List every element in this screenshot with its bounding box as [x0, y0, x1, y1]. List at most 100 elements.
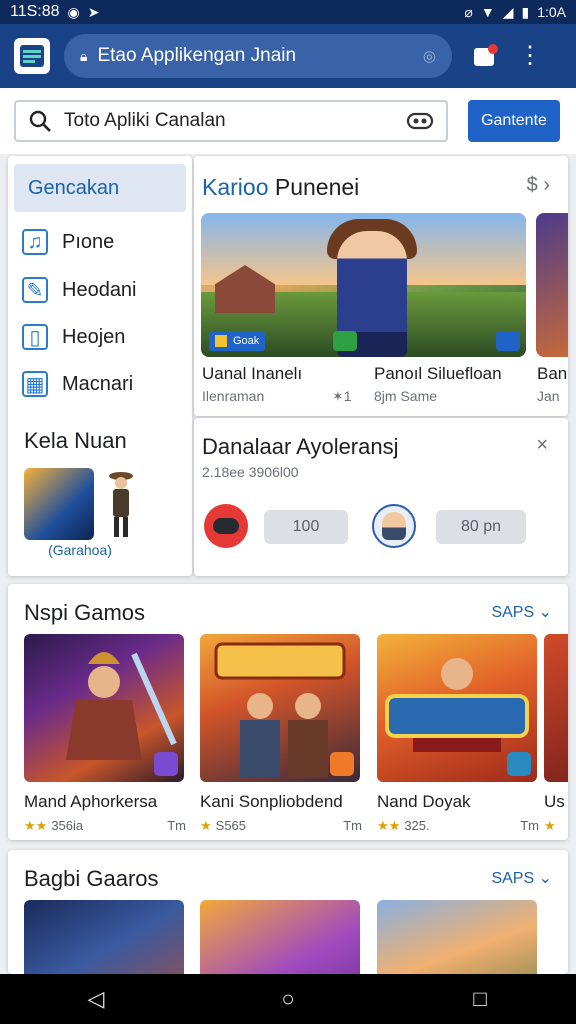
wifi-icon: ▼	[480, 4, 495, 20]
status-time: 11S:88	[10, 3, 60, 20]
sidebar-item-label: Heodani	[62, 278, 137, 301]
game-score: 356ia	[51, 818, 84, 833]
avatar[interactable]	[372, 504, 416, 548]
badge-label: Goak	[233, 335, 260, 347]
controller-badge-icon	[333, 331, 357, 351]
star-rating: ★★	[24, 818, 48, 833]
download-progress-button[interactable]: 100	[264, 510, 348, 544]
lock-icon: 🔒︎	[80, 47, 88, 64]
music-icon: ♫	[22, 229, 48, 255]
url-bar[interactable]: 🔒︎ Etao Applikengan Jnain ◎	[64, 34, 452, 78]
game-subtitle: Jan	[537, 388, 560, 404]
game-subtitle: Ilenraman	[202, 388, 265, 404]
game-title: Kani Sonpliobdend	[200, 792, 343, 811]
battery-icon: ▮	[521, 3, 530, 20]
see-all-link[interactable]: SAPS ⌄	[491, 602, 552, 622]
app-logo[interactable]	[14, 38, 50, 74]
game-card[interactable]	[200, 900, 362, 974]
game-title[interactable]: Panoıl Siluefloan	[374, 364, 502, 384]
recommended-title-rest: Punenei	[274, 174, 360, 200]
game-subtitle: 8jm Same	[374, 388, 438, 404]
game-size: Tm	[343, 818, 362, 833]
game-badge-icon	[154, 752, 178, 776]
game-score: S565	[215, 818, 247, 833]
sidebar-item-book[interactable]: ▯ Heojen	[22, 317, 187, 357]
home-icon[interactable]: ○	[258, 986, 318, 1012]
recommended-title: Karioo Punenei	[202, 174, 359, 201]
search-value: Toto Apliki Canalan	[64, 110, 226, 131]
game-badge-icon	[507, 752, 531, 776]
book-icon: ▯	[22, 324, 48, 350]
system-nav-bar: ◁ ○ □	[0, 974, 576, 1024]
url-text: Etao Applikengan Jnain	[97, 45, 297, 66]
gamepad-icon[interactable]	[204, 504, 248, 548]
status-clock: 1:0A	[537, 4, 566, 20]
star-rating: ★	[544, 818, 556, 833]
game-badge-icon	[330, 752, 354, 776]
see-all-link[interactable]: SAPS ⌄	[491, 868, 552, 888]
game-art-image	[24, 634, 184, 782]
game-title[interactable]: Ban	[537, 364, 567, 384]
recents-icon[interactable]: □	[450, 986, 510, 1012]
search-button[interactable]: Gantente	[468, 100, 560, 142]
game-title: Us	[544, 792, 565, 811]
game-meta: ★	[544, 818, 568, 834]
game-art-image	[24, 900, 184, 974]
recommended-nav[interactable]: $ ›	[527, 174, 550, 197]
game-size: Tm	[167, 818, 186, 833]
camera-icon[interactable]: ◎	[423, 47, 436, 65]
search-icon	[29, 110, 51, 132]
game-art-image	[200, 634, 360, 782]
game-art-image	[200, 900, 360, 974]
sidebar-item-pencil[interactable]: ✎ Heodani	[22, 270, 187, 310]
notification-dot	[488, 44, 498, 54]
game-card[interactable]: Mand Aphorkersa ★★ 356ia Tm	[24, 634, 186, 834]
app-bar: 🔒︎ Etao Applikengan Jnain ◎ ⋮	[0, 24, 576, 88]
close-icon[interactable]: ×	[536, 434, 548, 457]
next-game-banner[interactable]	[536, 213, 568, 357]
character-figure-image	[109, 472, 133, 537]
share-badge-icon	[496, 331, 520, 351]
game-rating: ✶1	[332, 388, 352, 404]
back-icon[interactable]: ◁	[66, 986, 126, 1012]
next-arrow-icon[interactable]: ›	[543, 174, 550, 196]
calendar-icon: ▦	[22, 371, 48, 397]
sidebar-item-calendar[interactable]: ▦ Macnari	[22, 364, 187, 404]
sidebar-item-selected[interactable]: Gencakan	[14, 164, 186, 212]
voice-search-icon[interactable]	[406, 111, 434, 131]
game-title[interactable]: Uanal Inanelı	[202, 364, 302, 384]
featured-game-thumbnail[interactable]	[24, 468, 94, 540]
more-menu-icon[interactable]: ⋮	[518, 44, 542, 68]
notification-icon[interactable]	[470, 42, 498, 70]
featured-game-banner[interactable]: Goak	[201, 213, 526, 357]
signal-icon: ◢	[502, 3, 514, 20]
game-art-image	[377, 634, 537, 782]
game-card[interactable]	[377, 900, 539, 974]
prev-arrow-icon[interactable]: $	[527, 174, 538, 196]
sidebar-item-label: Macnari	[62, 372, 134, 395]
downloads-subtitle: 2.18ee 3906l00	[202, 464, 299, 480]
game-card[interactable]: Kani Sonpliobdend ★ S565 Tm	[200, 634, 362, 834]
game-meta: ★ S565 Tm	[200, 818, 362, 834]
location-icon: ➤	[87, 3, 100, 20]
sidebar-section-title: Kela Nuan	[24, 428, 127, 453]
game-title: Mand Aphorkersa	[24, 792, 158, 811]
downloads-title: Danalaar Ayoleransj	[202, 434, 399, 459]
sidebar-item-phone[interactable]: ♫ Pıone	[22, 222, 187, 262]
search-input[interactable]: Toto Apliki Canalan	[14, 100, 448, 142]
game-title: Nand Doyak	[377, 792, 471, 811]
download-progress-button[interactable]: 80 pn	[436, 510, 526, 544]
game-art-image	[377, 900, 537, 974]
whatsapp-icon: ◉	[67, 3, 80, 20]
game-card[interactable]: Us ★	[544, 634, 568, 834]
game-card[interactable]: Nand Doyak ★★ 325. Tm	[377, 634, 539, 834]
category-sidebar: Gencakan ♫ Pıone ✎ Heodani ▯ Heojen ▦ Ma…	[8, 156, 192, 576]
recommended-section: Karioo Punenei $ › Goak Uanal Inanelı Il…	[194, 156, 568, 416]
vibrate-icon: ⌀	[464, 3, 473, 20]
recommended-title-highlight: Karioo	[202, 174, 269, 200]
game-card[interactable]	[24, 900, 186, 974]
section-title: Bagbi Gaaros	[24, 866, 159, 891]
pencil-icon: ✎	[22, 277, 48, 303]
featured-caption[interactable]: (Garahoa)	[24, 542, 136, 558]
game-meta: ★★ 325. Tm	[377, 818, 539, 834]
